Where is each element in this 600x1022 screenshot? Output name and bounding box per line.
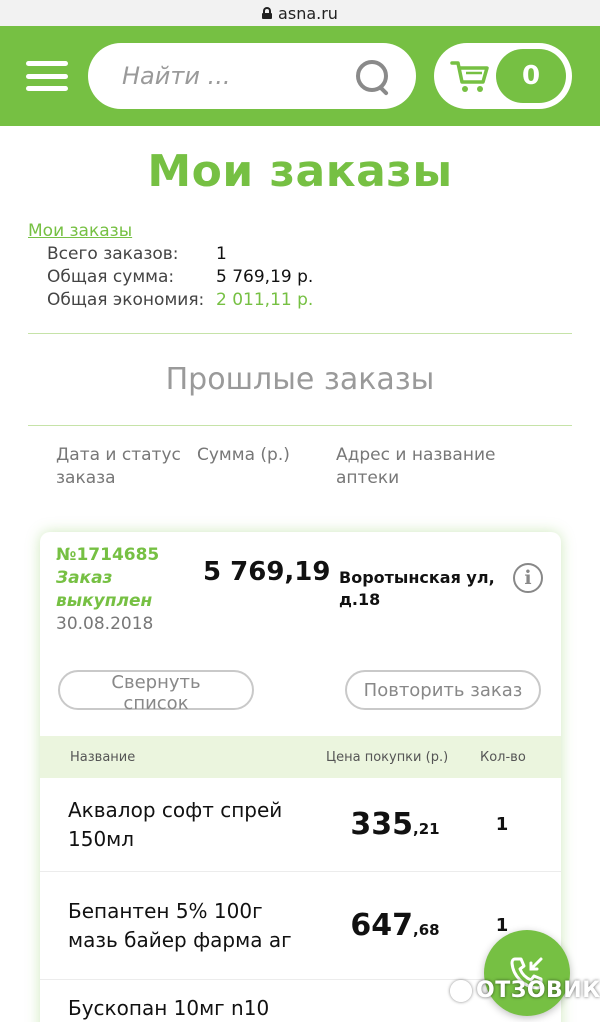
divider: [28, 333, 572, 334]
items-header-qty: Кол-во: [480, 749, 526, 765]
order-address: Воротынская ул, д.18: [339, 568, 495, 609]
item-name: Бускопан 10мг n10: [68, 996, 270, 1020]
browser-url-bar[interactable]: asna.ru: [0, 0, 600, 26]
lock-icon: [262, 7, 273, 19]
my-orders-link[interactable]: Мои заказы: [28, 221, 132, 241]
url-text: asna.ru: [278, 3, 338, 23]
savings-label: Общая экономия:: [47, 290, 205, 310]
items-header-price: Цена покупки (р.): [326, 749, 449, 765]
order-date: 30.08.2018: [56, 614, 154, 634]
items-header-name: Название: [70, 749, 136, 765]
page-title: Мои заказы: [147, 146, 453, 197]
item-name: Бепантен 5% 100г мазь байер фарма аг: [68, 898, 292, 952]
order-card: №1714685 Заказ выкуплен 30.08.2018 5 769…: [40, 532, 561, 1022]
item-name: Аквалор софт спрей 150мл: [68, 797, 283, 851]
total-orders-value: 1: [216, 244, 227, 264]
order-sum: 5 769,19: [203, 557, 331, 587]
total-sum-label: Общая сумма:: [47, 267, 175, 287]
search-box[interactable]: [88, 43, 416, 109]
call-button[interactable]: [484, 930, 570, 1016]
list-item: Аквалор софт спрей 150мл 335,21 1: [40, 778, 561, 872]
item-qty: 1: [495, 814, 509, 835]
items-header: Название Цена покупки (р.) Кол-во: [40, 736, 561, 778]
menu-icon[interactable]: [26, 61, 68, 91]
cart-count-badge: 0: [496, 49, 566, 103]
watermark-logo-icon: [450, 979, 472, 1002]
item-price: 647,68: [350, 908, 440, 943]
search-input[interactable]: [122, 62, 342, 90]
orders-summary: Мои заказы Всего заказов: 1 Общая сумма: 5…: [28, 221, 572, 312]
divider: [28, 425, 572, 426]
search-icon[interactable]: [354, 58, 390, 94]
total-sum-value: 5 769,19 р.: [216, 267, 314, 287]
past-orders-title: Прошлые заказы: [165, 362, 435, 397]
collapse-list-button[interactable]: Свернуть список: [58, 670, 254, 714]
cart-icon: [450, 61, 489, 92]
watermark: ОТЗОВИК: [450, 978, 600, 1003]
orders-column-headers: Дата и статус заказа Сумма (р.) Адрес и …: [56, 444, 572, 490]
column-sum: Сумма (р.): [197, 445, 290, 465]
cart-button[interactable]: 0: [434, 43, 572, 109]
item-price: 335,21: [350, 807, 440, 842]
order-status: Заказ выкуплен: [56, 568, 153, 611]
order-number[interactable]: №1714685: [56, 544, 203, 567]
watermark-text: ОТЗОВИК: [476, 978, 600, 1003]
savings-value: 2 011,11 р.: [216, 290, 314, 310]
list-item: Бепантен 5% 100г мазь байер фарма аг 647…: [40, 872, 561, 980]
repeat-order-button[interactable]: Повторить заказ: [345, 670, 541, 710]
column-date-status: Дата и статус заказа: [56, 445, 181, 488]
column-address: Адрес и название аптеки: [336, 445, 496, 488]
info-icon[interactable]: i: [513, 563, 543, 593]
site-header: 0: [0, 26, 600, 126]
total-orders-label: Всего заказов:: [47, 244, 179, 264]
